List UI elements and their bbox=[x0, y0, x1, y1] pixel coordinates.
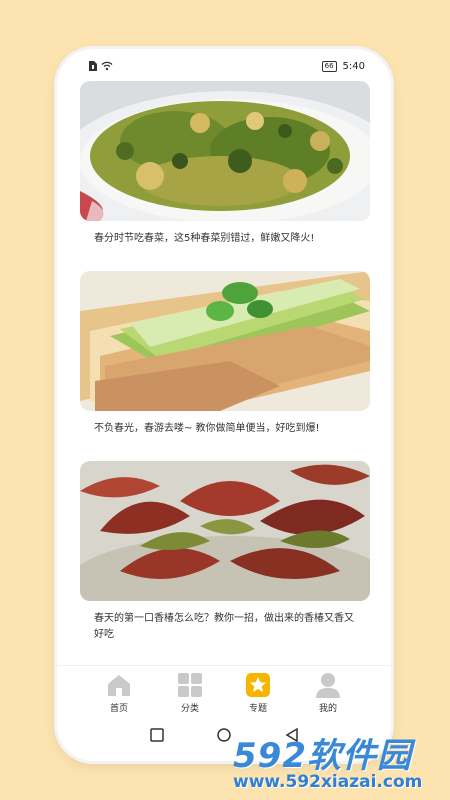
tab-profile[interactable]: 我的 bbox=[303, 672, 353, 714]
tab-categories[interactable]: 分类 bbox=[165, 672, 215, 714]
watermark-logo: 592软件园 www.592xiazai.com bbox=[225, 728, 445, 800]
article-card[interactable]: 不负春光，春游去喽~ 教你做简单便当，好吃到爆! bbox=[80, 271, 370, 461]
toona-sprouts-photo[interactable] bbox=[80, 461, 370, 601]
tab-topics-label: 专题 bbox=[248, 704, 267, 714]
status-bar: 66 5:40 bbox=[57, 49, 391, 79]
article-title[interactable]: 不负春光，春游去喽~ 教你做简单便当，好吃到爆! bbox=[80, 411, 370, 461]
status-right: 66 5:40 bbox=[321, 61, 365, 72]
grid-icon bbox=[177, 672, 203, 698]
article-card[interactable]: 春天的第一口香椿怎么吃？教你一招，做出来的香椿又香又好吃 bbox=[80, 461, 370, 661]
status-left bbox=[89, 61, 113, 74]
tab-topics[interactable]: 专题 bbox=[233, 672, 283, 714]
tab-profile-label: 我的 bbox=[318, 704, 337, 714]
wifi-icon bbox=[101, 61, 113, 74]
article-title[interactable]: 春分时节吃春菜，这5种春菜别错过，鲜嫩又降火! bbox=[80, 221, 370, 271]
sim-card-icon bbox=[89, 61, 97, 74]
article-feed: 春分时节吃春菜，这5种春菜别错过，鲜嫩又降火! 不负春光，春游去喽~ 教你做简单… bbox=[80, 81, 370, 661]
tab-categories-label: 分类 bbox=[180, 704, 199, 714]
article-card[interactable]: 春分时节吃春菜，这5种春菜别错过，鲜嫩又降火! bbox=[80, 81, 370, 271]
star-icon bbox=[245, 672, 271, 698]
herb-omelette-photo[interactable] bbox=[80, 81, 370, 221]
watermark-brand: 592软件园 bbox=[233, 736, 412, 776]
cucumber-sandwich-photo[interactable] bbox=[80, 271, 370, 411]
home-icon bbox=[106, 672, 132, 698]
person-icon bbox=[315, 672, 341, 698]
battery-indicator: 66 bbox=[321, 61, 337, 72]
recents-button[interactable] bbox=[150, 727, 164, 746]
bottom-tab-bar: 首页 分类 专题 我的 bbox=[57, 665, 391, 718]
phone-frame: 66 5:40 春分时节吃春菜，这5种春菜别错过，鲜嫩又降火! 不负春光，春游去… bbox=[57, 49, 391, 761]
tab-home-label: 首页 bbox=[109, 704, 128, 714]
status-time: 5:40 bbox=[342, 61, 365, 72]
watermark-url: www.592xiazai.com bbox=[233, 772, 423, 792]
article-title[interactable]: 春天的第一口香椿怎么吃？教你一招，做出来的香椿又香又好吃 bbox=[80, 601, 370, 661]
tab-home[interactable]: 首页 bbox=[94, 672, 144, 714]
